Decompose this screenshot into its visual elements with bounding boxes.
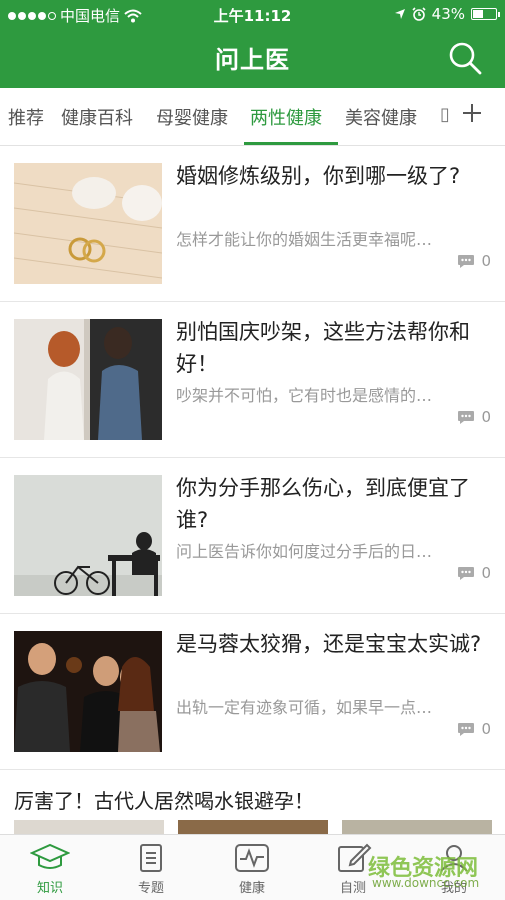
tab-maternal-health[interactable]: 母婴健康 xyxy=(156,104,228,130)
active-tab-indicator xyxy=(244,142,338,145)
nav-self-test-label: 自测 xyxy=(339,881,366,896)
tab-sexual-health[interactable]: 两性健康 xyxy=(250,104,322,130)
nav-health-label: 健康 xyxy=(238,881,265,896)
battery-icon xyxy=(471,8,500,20)
app-screen: 中国电信 上午11:12 43% 问上医 推荐 健康百科 母婴健康 两性健康 美… xyxy=(0,0,505,900)
comment-count-value: 0 xyxy=(481,720,491,738)
article-desc: 怎样才能让你的婚姻生活更幸福呢… xyxy=(176,230,433,249)
article-desc: 吵架并不可怕，它有时也是感情的… xyxy=(176,386,433,405)
article-thumbnail xyxy=(14,319,162,440)
comment-count-value: 0 xyxy=(481,564,491,582)
article-item[interactable]: 你为分手那么伤心，到底便宜了谁? 问上医告诉你如何度过分手后的日… 0 xyxy=(0,458,505,614)
article-title: 别怕国庆吵架，这些方法帮你和好！ xyxy=(176,320,470,376)
article-thumbnail xyxy=(14,631,162,752)
article-item[interactable]: 婚姻修炼级别，你到哪一级了? 怎样才能让你的婚姻生活更幸福呢… 0 xyxy=(0,146,505,302)
headline-image-2 xyxy=(178,820,328,834)
comment-bubble-icon xyxy=(458,254,475,268)
comment-count: 0 xyxy=(457,720,491,738)
clipboard-icon xyxy=(140,844,162,872)
alarm-clock-icon xyxy=(412,7,426,21)
article-title: 你为分手那么伤心，到底便宜了谁? xyxy=(176,476,470,532)
add-tab-icon[interactable] xyxy=(457,98,487,128)
watermark-url: www.downcc.com xyxy=(372,876,480,890)
comment-count: 0 xyxy=(457,408,491,426)
comment-count: 0 xyxy=(457,252,491,270)
comment-bubble-icon xyxy=(458,566,475,580)
nav-topics-label: 专题 xyxy=(137,881,164,896)
tab-beauty-health[interactable]: 美容健康 xyxy=(345,104,417,130)
nav-knowledge[interactable]: 知识 xyxy=(10,843,90,896)
nav-health[interactable]: 健康 xyxy=(212,843,292,896)
tab-overflow-hint: ▯ xyxy=(440,104,450,125)
location-arrow-icon xyxy=(394,9,405,19)
app-bar: 问上医 xyxy=(0,30,505,88)
edit-icon xyxy=(338,843,372,872)
article-thumbnail xyxy=(14,475,162,596)
article-desc: 出轨一定有迹象可循，如果早一点… xyxy=(176,698,433,717)
article-item[interactable]: 别怕国庆吵架，这些方法帮你和好！ 吵架并不可怕，它有时也是感情的… 0 xyxy=(0,302,505,458)
comment-count-value: 0 xyxy=(481,408,491,426)
comment-count-value: 0 xyxy=(481,252,491,270)
status-right: 43% xyxy=(394,5,500,23)
comment-count: 0 xyxy=(457,564,491,582)
status-bar: 中国电信 上午11:12 43% xyxy=(0,0,505,30)
headline-image-3 xyxy=(342,820,492,834)
nav-knowledge-label: 知识 xyxy=(36,881,63,896)
headline-image-1 xyxy=(14,820,164,834)
article-desc: 问上医告诉你如何度过分手后的日… xyxy=(176,542,433,561)
headline-article-title[interactable]: 厉害了！古代人居然喝水银避孕！ xyxy=(14,785,314,814)
tab-health-wiki[interactable]: 健康百科 xyxy=(61,104,133,130)
category-tabs: 推荐 健康百科 母婴健康 两性健康 美容健康 ▯ xyxy=(0,88,505,146)
article-title: 婚姻修炼级别，你到哪一级了? xyxy=(176,164,461,188)
article-title: 是马蓉太狡猾，还是宝宝太实诚? xyxy=(176,632,482,656)
article-item[interactable]: 是马蓉太狡猾，还是宝宝太实诚? 出轨一定有迹象可循，如果早一点… 0 xyxy=(0,614,505,770)
comment-bubble-icon xyxy=(458,410,475,424)
heartbeat-icon xyxy=(235,844,269,872)
search-icon[interactable] xyxy=(447,40,483,76)
comment-bubble-icon xyxy=(458,722,475,736)
top-header: 中国电信 上午11:12 43% 问上医 xyxy=(0,0,505,88)
tab-recommend[interactable]: 推荐 xyxy=(8,104,44,130)
article-thumbnail xyxy=(14,163,162,284)
graduation-cap-icon xyxy=(30,843,70,869)
app-title: 问上医 xyxy=(215,46,290,74)
nav-topics[interactable]: 专题 xyxy=(111,843,191,896)
battery-percent: 43% xyxy=(431,5,465,23)
